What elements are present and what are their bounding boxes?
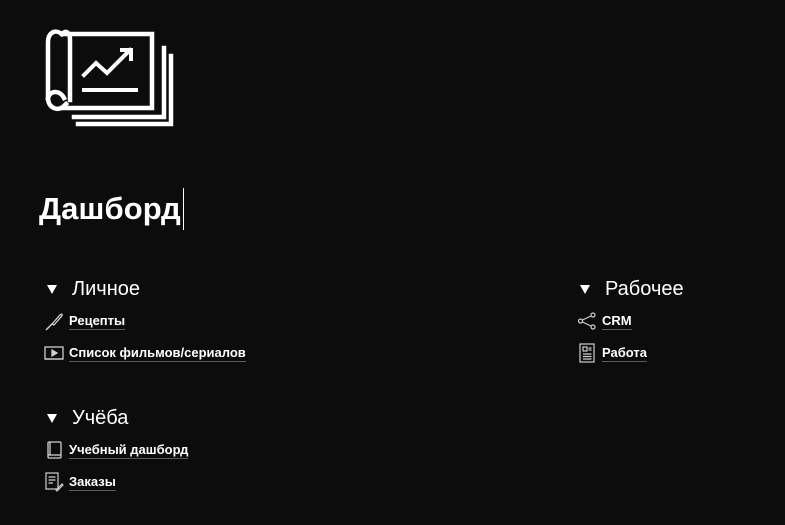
list-item-label: Заказы <box>69 473 116 491</box>
list-item-label: Рецепты <box>69 312 126 330</box>
section-study: Учёба Учебный дашборд Заказы <box>44 405 189 504</box>
document-pen-icon <box>44 472 64 492</box>
section-work-title: Рабочее <box>605 278 684 300</box>
list-item-recipes[interactable]: Рецепты <box>44 311 246 331</box>
share-nodes-icon <box>577 311 597 331</box>
knife-icon <box>44 311 64 331</box>
toggle-triangle-icon[interactable] <box>46 412 58 424</box>
chart-scroll-icon[interactable] <box>44 20 179 132</box>
list-item-label: Учебный дашборд <box>69 441 189 459</box>
toggle-triangle-icon[interactable] <box>46 283 58 295</box>
list-item-movies[interactable]: Список фильмов/сериалов <box>44 343 246 363</box>
page-title[interactable]: Дашборд <box>39 189 181 229</box>
list-item-label: Список фильмов/сериалов <box>69 344 246 362</box>
toggle-triangle-icon[interactable] <box>579 283 591 295</box>
text-cursor <box>182 188 185 230</box>
list-item-crm[interactable]: CRM <box>577 311 684 331</box>
section-study-header[interactable]: Учёба <box>44 405 188 431</box>
section-personal-header[interactable]: Личное <box>44 276 246 302</box>
list-item-label: CRM <box>602 312 632 330</box>
page: Дашборд Личное Рецепты Список фильмов/се… <box>0 0 785 525</box>
video-player-icon <box>44 343 64 363</box>
book-icon <box>44 440 64 460</box>
list-item-orders[interactable]: Заказы <box>44 472 188 492</box>
list-item-label: Работа <box>602 344 647 362</box>
profile-document-icon <box>577 343 597 363</box>
section-personal: Личное Рецепты Список фильмов/сериалов <box>44 276 246 375</box>
list-item-study-dashboard[interactable]: Учебный дашборд <box>44 440 189 460</box>
section-work-header[interactable]: Рабочее <box>577 276 684 302</box>
list-item-job[interactable]: Работа <box>577 343 684 363</box>
section-study-title: Учёба <box>72 407 129 429</box>
section-personal-title: Личное <box>72 278 141 300</box>
section-work: Рабочее CRM Работа <box>577 276 684 375</box>
page-title-container[interactable]: Дашборд <box>39 188 185 230</box>
